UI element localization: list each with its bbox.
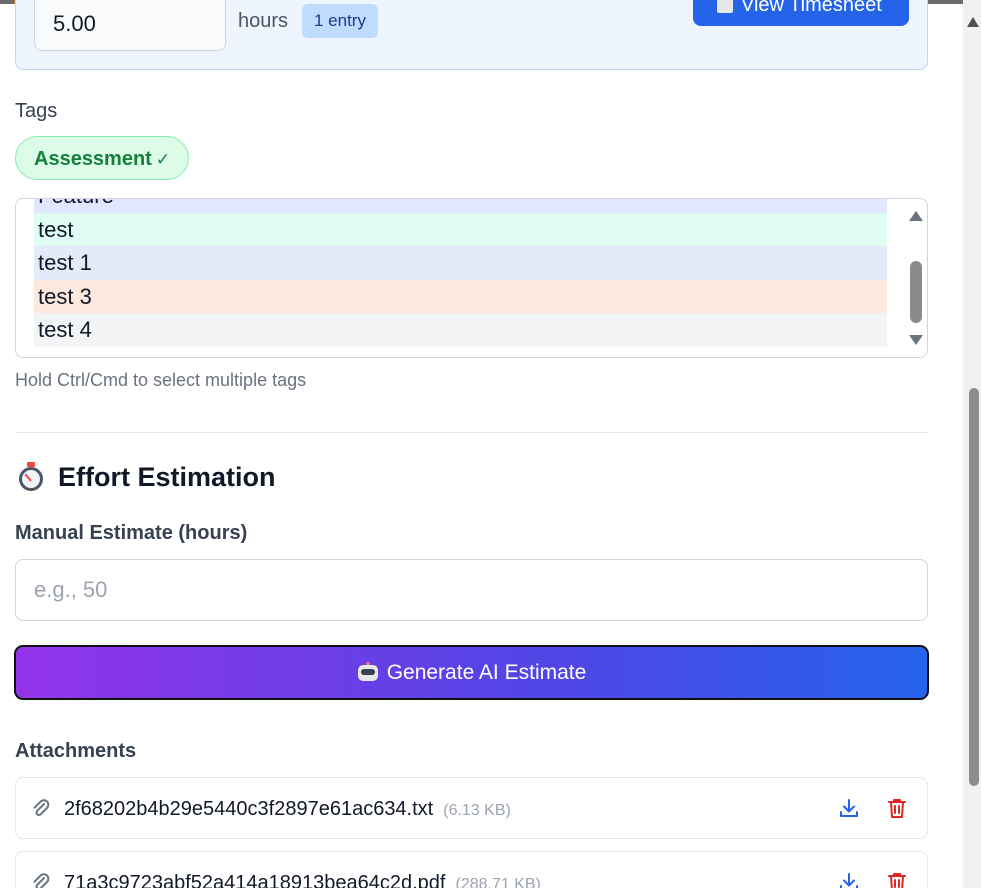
view-timesheet-button[interactable]: View Timesheet [693,0,909,26]
attachment-row: 71a3c9723abf52a414a18913bea64c2d.pdf (288… [15,851,928,888]
file-name[interactable]: 71a3c9723abf52a414a18913bea64c2d.pdf [64,872,445,888]
scroll-up-arrow-icon[interactable] [909,211,923,221]
section-divider [15,432,928,433]
tags-hint: Hold Ctrl/Cmd to select multiple tags [15,370,307,390]
tag-option[interactable]: test 1 [34,246,887,280]
trash-icon[interactable] [887,871,907,888]
download-icon[interactable] [838,797,860,819]
hours-unit-label: hours [238,10,289,32]
page-scrollbar[interactable] [963,0,981,888]
stopwatch-icon [18,462,44,491]
view-timesheet-label: View Timesheet [741,0,882,16]
scroll-thumb[interactable] [910,261,922,323]
scroll-down-arrow-icon[interactable] [909,335,923,345]
tag-option[interactable]: test 4 [34,313,887,347]
attachment-filename[interactable]: 71a3c9723abf52a414a18913bea64c2d.pdf (288… [64,872,541,888]
manual-estimate-label: Manual Estimate (hours) [15,522,248,544]
selected-tag-label: Assessment [34,148,152,170]
effort-estimation-heading: Effort Estimation [18,462,276,493]
tags-multiselect[interactable]: Feature test test 1 test 3 test 4 [15,198,928,358]
file-size: (6.13 KB) [443,802,511,819]
timesheet-icon [717,0,733,13]
paperclip-icon [33,799,50,816]
attachments-label: Attachments [15,740,137,762]
selected-tag-chip[interactable]: Assessment ✓ [15,136,190,180]
page-scroll-up-icon[interactable] [967,17,979,27]
tags-label: Tags [15,100,58,122]
hours-input[interactable]: 5.00 [34,0,226,51]
effort-title: Effort Estimation [58,462,276,492]
attachment-filename[interactable]: 2f68202b4b29e5440c3f2897e61ac634.txt (6.1… [64,798,511,821]
tags-list-scrollbar[interactable] [903,199,927,357]
entry-count-badge: 1 entry [302,4,378,38]
check-icon: ✓ [155,150,171,169]
ai-button-label: Generate AI Estimate [386,661,587,684]
paperclip-icon [33,873,50,888]
manual-estimate-input[interactable] [15,559,928,621]
tag-option[interactable]: test [34,212,887,246]
trash-icon[interactable] [887,797,907,819]
robot-icon [357,662,379,682]
page-scroll-thumb[interactable] [969,388,979,786]
tag-option[interactable]: test 3 [34,279,887,313]
tag-option[interactable]: Feature [34,199,887,213]
attachment-row: 2f68202b4b29e5440c3f2897e61ac634.txt (6.1… [15,777,928,839]
generate-ai-estimate-button[interactable]: Generate AI Estimate [14,645,929,700]
file-name[interactable]: 2f68202b4b29e5440c3f2897e61ac634.txt [64,798,433,820]
download-icon[interactable] [838,871,860,888]
file-size: (288.71 KB) [455,876,541,888]
